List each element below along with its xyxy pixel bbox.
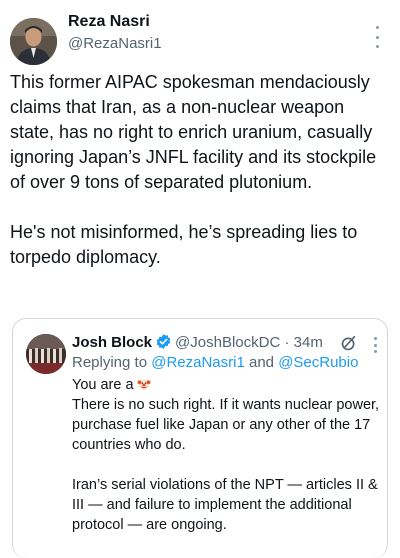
mention-link-2[interactable]: @SecRubio <box>278 354 358 371</box>
author-info: Reza Nasri @RezaNasri1 <box>68 12 162 54</box>
tweet-header: Reza Nasri @RezaNasri1 <box>10 12 390 65</box>
quoted-author-name[interactable]: Josh Block <box>72 334 152 351</box>
quoted-tweet[interactable]: Josh Block @JoshBlockDC · 34m Replying to… <box>12 318 388 558</box>
quoted-line-1-text: You are a <box>72 377 134 393</box>
quoted-tweet-header: Josh Block @JoshBlockDC · 34m <box>72 333 384 355</box>
quoted-author-avatar[interactable] <box>26 334 66 374</box>
quoted-author-handle[interactable]: @JoshBlockDC <box>175 334 280 351</box>
quoted-separator: · <box>280 334 294 351</box>
more-icon[interactable] <box>368 26 386 48</box>
replying-to-prefix: Replying to <box>72 354 152 371</box>
quoted-tweet-body: You are a There is no such right. If it … <box>72 375 384 535</box>
author-avatar[interactable] <box>10 18 57 65</box>
quoted-line-3: Iran’s serial violations of the NPT — ar… <box>72 477 378 533</box>
tweet-paragraph-2: He's not misinformed, he’s spreading lie… <box>10 222 358 267</box>
replying-to: Replying to @RezaNasri1 and @SecRubio <box>72 354 358 371</box>
author-name[interactable]: Reza Nasri <box>68 12 162 32</box>
replying-to-and: and <box>244 354 279 371</box>
tweet-screenshot: Reza Nasri @RezaNasri1 This former AIPAC… <box>0 0 400 558</box>
mention-link-1[interactable]: @RezaNasri1 <box>151 354 245 371</box>
quoted-line-1: You are a <box>72 375 384 395</box>
quoted-timestamp[interactable]: 34m <box>294 334 323 351</box>
tweet-body: This former AIPAC spokesman mendaciously… <box>10 70 392 270</box>
quoted-more-icon[interactable] <box>370 337 380 353</box>
tweet-paragraph-1: This former AIPAC spokesman mendaciously… <box>10 72 377 192</box>
quoted-line-2: There is no such right. If it wants nucl… <box>72 397 380 453</box>
verified-badge-icon <box>155 333 172 355</box>
clown-emoji-icon <box>137 377 151 391</box>
author-handle[interactable]: @RezaNasri1 <box>68 34 162 54</box>
